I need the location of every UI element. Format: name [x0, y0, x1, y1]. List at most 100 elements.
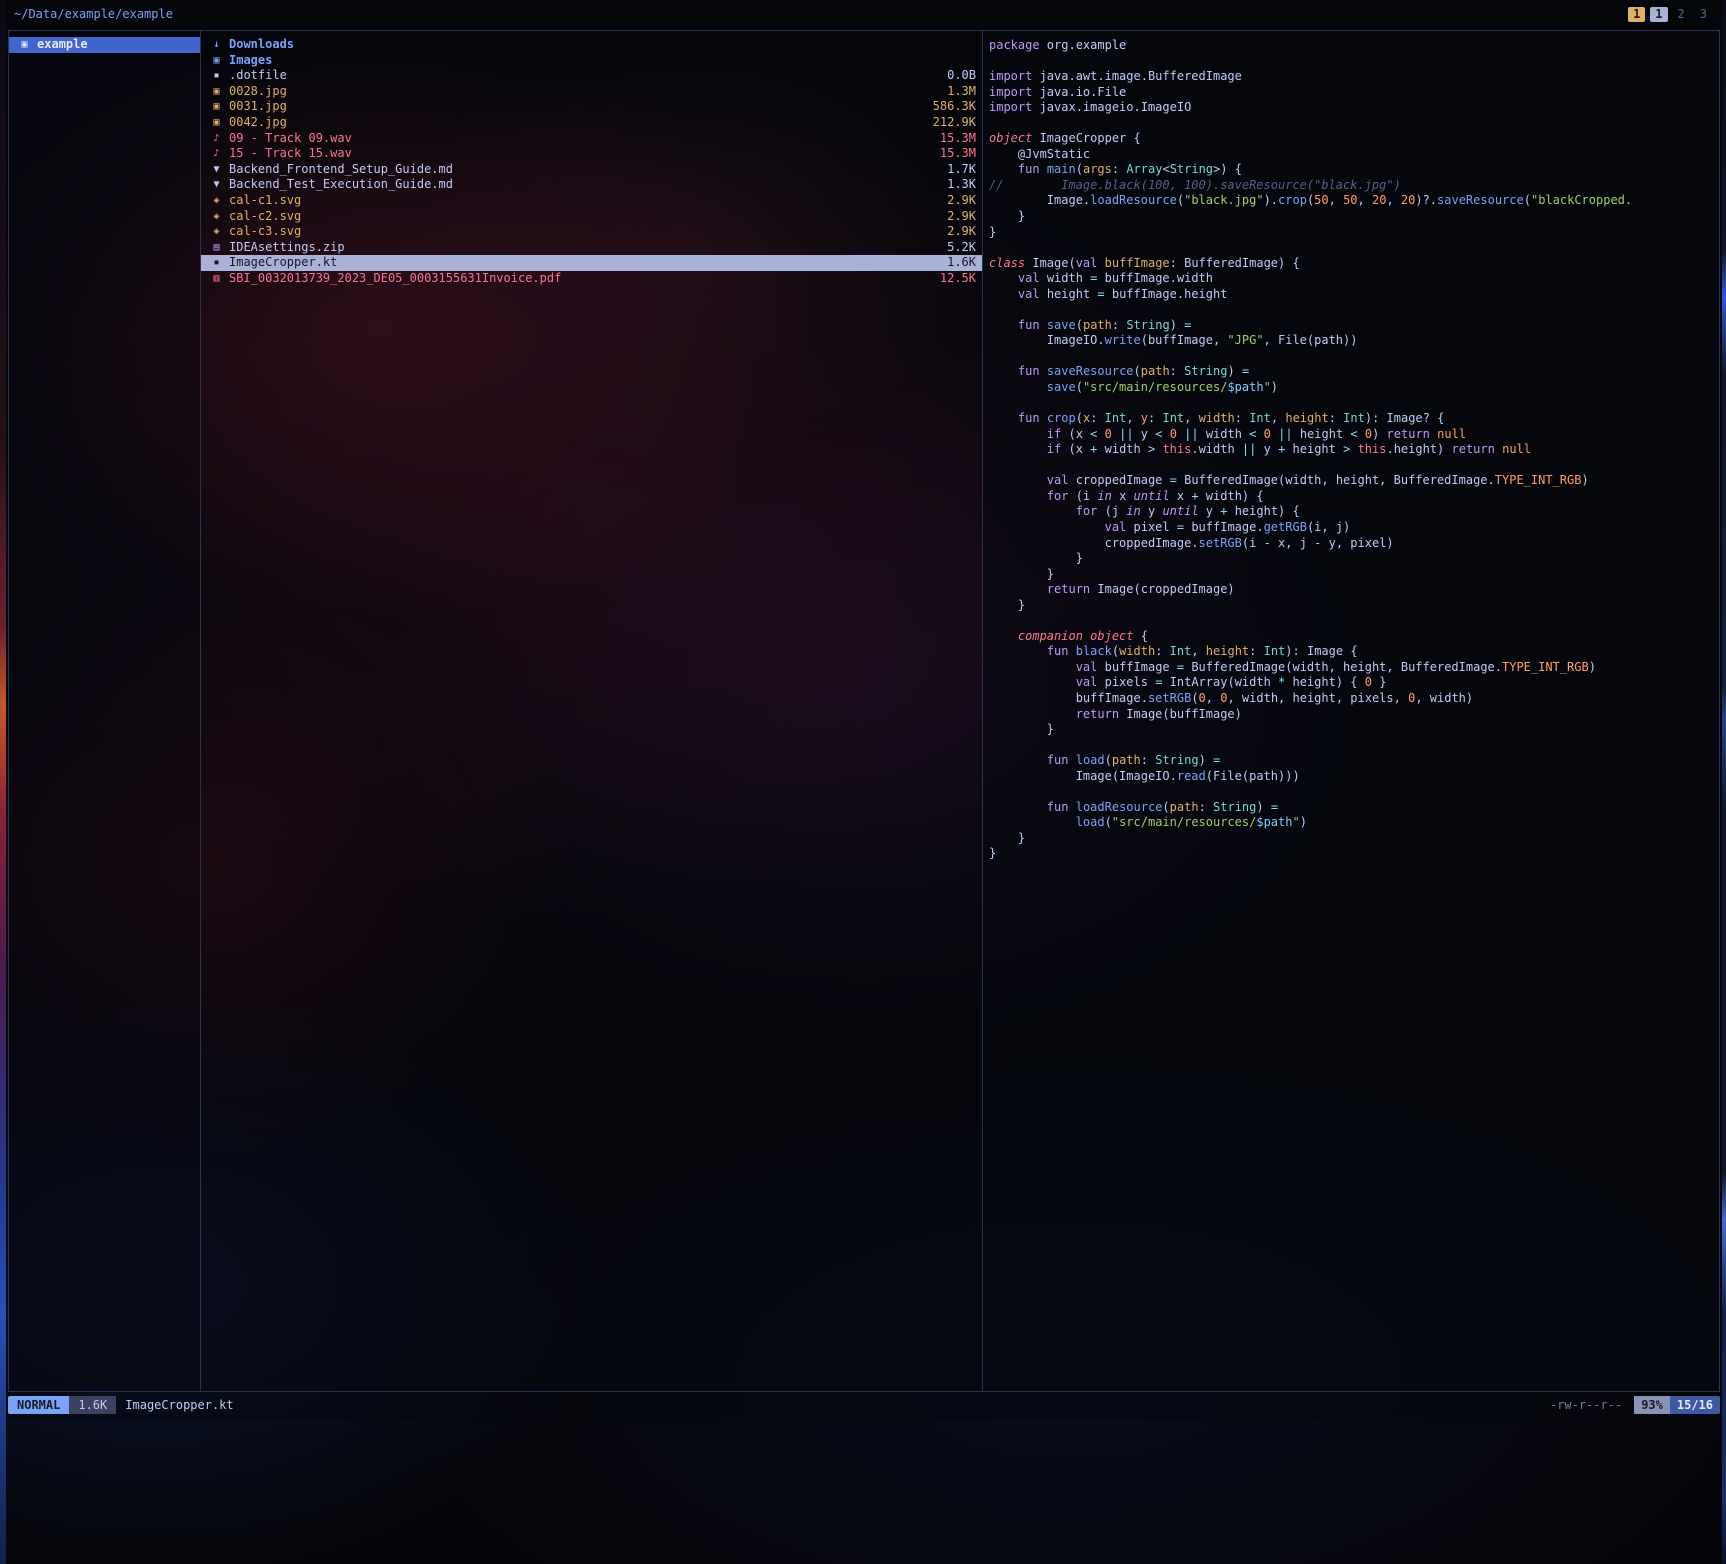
- file-name: Backend_Frontend_Setup_Guide.md: [229, 162, 939, 178]
- code-line: fun loadResource(path: String) =: [989, 800, 1719, 816]
- file-row[interactable]: ▣0042.jpg212.9K: [201, 115, 982, 131]
- file-name: SBI_0032013739_2023_DE05_0003155631Invoi…: [229, 271, 932, 287]
- code-line: }: [989, 225, 1719, 241]
- file-row[interactable]: ▼Backend_Test_Execution_Guide.md1.3K: [201, 177, 982, 193]
- file-name: .dotfile: [229, 68, 939, 84]
- file-size: 2.9K: [947, 193, 976, 209]
- svg-file-icon: ◈: [209, 224, 224, 240]
- file-row[interactable]: ◈cal-c2.svg2.9K: [201, 209, 982, 225]
- cursor-position-badge: 15/16: [1670, 1396, 1720, 1414]
- code-line: [989, 240, 1719, 256]
- code-line: [989, 613, 1719, 629]
- file-name: IDEAsettings.zip: [229, 240, 939, 256]
- file-row[interactable]: ▪.dotfile0.0B: [201, 68, 982, 84]
- parent-directory-pane: ▣example: [9, 31, 201, 1391]
- code-line: fun load(path: String) =: [989, 753, 1719, 769]
- code-line: val height = buffImage.height: [989, 287, 1719, 303]
- code-line: fun black(width: Int, height: Int): Imag…: [989, 644, 1719, 660]
- kotlin-file-icon: ▪: [209, 255, 224, 271]
- file-manager-panes: ▣example ↓Downloads▣Images▪.dotfile0.0B▣…: [8, 30, 1720, 1392]
- file-row[interactable]: ▼Backend_Frontend_Setup_Guide.md1.7K: [201, 162, 982, 178]
- tab-indicator-4[interactable]: 3: [1695, 7, 1712, 22]
- wallpaper-edge-right: [1722, 0, 1726, 1564]
- tab-indicator-1[interactable]: 1: [1628, 7, 1645, 22]
- code-line: return Image(croppedImage): [989, 582, 1719, 598]
- code-line: fun main(args: Array<String>) {: [989, 162, 1719, 178]
- code-line: }: [989, 846, 1719, 862]
- file-size: 15.3M: [940, 146, 976, 162]
- code-line: fun saveResource(path: String) =: [989, 364, 1719, 380]
- tab-indicator-2[interactable]: 1: [1650, 7, 1667, 22]
- parent-dir-name: example: [37, 37, 88, 53]
- svg-file-icon: ◈: [209, 193, 224, 209]
- file-row[interactable]: ▥SBI_0032013739_2023_DE05_0003155631Invo…: [201, 271, 982, 287]
- file-row[interactable]: ◈cal-c1.svg2.9K: [201, 193, 982, 209]
- code-line: import java.awt.image.BufferedImage: [989, 69, 1719, 85]
- file-size: 15.3M: [940, 131, 976, 147]
- code-line: [989, 784, 1719, 800]
- code-line: }: [989, 722, 1719, 738]
- code-line: for (j in y until y + height) {: [989, 504, 1719, 520]
- file-size: 1.3M: [947, 84, 976, 100]
- code-line: for (i in x until x + width) {: [989, 489, 1719, 505]
- file-size: 5.2K: [947, 240, 976, 256]
- breadcrumb-path: ~/Data/example/example: [14, 7, 173, 21]
- code-line: [989, 738, 1719, 754]
- file-size: 2.9K: [947, 209, 976, 225]
- markdown-file-icon: ▼: [209, 177, 224, 193]
- file-row[interactable]: ▣ 0028.jpg 1.3M: [201, 84, 982, 100]
- status-left: NORMAL 1.6K ImageCropper.kt: [8, 1396, 234, 1414]
- code-line: Image(ImageIO.read(File(path))): [989, 769, 1719, 785]
- file-name: 0028.jpg: [229, 84, 939, 100]
- file-row[interactable]: ▪ImageCropper.kt1.6K: [201, 255, 982, 271]
- tab-indicator-3[interactable]: 2: [1673, 7, 1690, 22]
- image-file-icon: ▣: [209, 84, 224, 100]
- code-line: val width = buffImage.width: [989, 271, 1719, 287]
- code-line: return Image(buffImage): [989, 707, 1719, 723]
- file-row[interactable]: ▤ IDEAsettings.zip 5.2K: [201, 240, 982, 256]
- zip-file-icon: ▤: [209, 240, 224, 256]
- file-row[interactable]: ♪15 - Track 15.wav15.3M: [201, 146, 982, 162]
- code-line: fun crop(x: Int, y: Int, width: Int, hei…: [989, 411, 1719, 427]
- file-size: 212.9K: [933, 115, 976, 131]
- file-size: 586.3K: [933, 99, 976, 115]
- parent-dir-item[interactable]: ▣example: [9, 37, 200, 53]
- image-file-icon: ▣: [209, 99, 224, 115]
- code-line: [989, 116, 1719, 132]
- code-line: val croppedImage = BufferedImage(width, …: [989, 473, 1719, 489]
- code-line: class Image(val buffImage: BufferedImage…: [989, 256, 1719, 272]
- file-name: cal-c3.svg: [229, 224, 939, 240]
- file-row[interactable]: ♪09 - Track 09.wav15.3M: [201, 131, 982, 147]
- file-permissions: -rw-r--r--: [1550, 1398, 1622, 1412]
- code-line: }: [989, 831, 1719, 847]
- file-row[interactable]: ▣0031.jpg586.3K: [201, 99, 982, 115]
- code-line: }: [989, 567, 1719, 583]
- file-list-pane: ↓Downloads▣Images▪.dotfile0.0B▣0028.jpg1…: [201, 31, 983, 1391]
- code-line: [989, 396, 1719, 412]
- code-line: [989, 349, 1719, 365]
- current-filename: ImageCropper.kt: [125, 1398, 233, 1412]
- code-line: ImageIO.write(buffImage, "JPG", File(pat…: [989, 333, 1719, 349]
- file-row[interactable]: ▣Images: [201, 53, 982, 69]
- code-line: croppedImage.setRGB(i - x, j - y, pixel): [989, 536, 1719, 552]
- code-line: @JvmStatic: [989, 147, 1719, 163]
- file-name: Backend_Test_Execution_Guide.md: [229, 177, 939, 193]
- code-line: }: [989, 209, 1719, 225]
- file-size: 1.7K: [947, 162, 976, 178]
- file-name: 15 - Track 15.wav: [229, 146, 932, 162]
- code-line: val buffImage = BufferedImage(width, hei…: [989, 660, 1719, 676]
- file-name: 0042.jpg: [229, 115, 925, 131]
- file-size: 1.6K: [947, 255, 976, 271]
- file-name: Images: [229, 53, 968, 69]
- code-line: [989, 54, 1719, 70]
- code-line: val pixel = buffImage.getRGB(i, j): [989, 520, 1719, 536]
- code-line: [989, 458, 1719, 474]
- file-size: 2.9K: [947, 224, 976, 240]
- file-icon: ▪: [209, 68, 224, 84]
- file-size-badge: 1.6K: [69, 1396, 116, 1414]
- code-line: load("src/main/resources/$path"): [989, 815, 1719, 831]
- status-bar: NORMAL 1.6K ImageCropper.kt -rw-r--r-- 9…: [8, 1396, 1720, 1414]
- file-row[interactable]: ↓Downloads: [201, 37, 982, 53]
- code-line: [989, 302, 1719, 318]
- file-row[interactable]: ◈ cal-c3.svg 2.9K: [201, 224, 982, 240]
